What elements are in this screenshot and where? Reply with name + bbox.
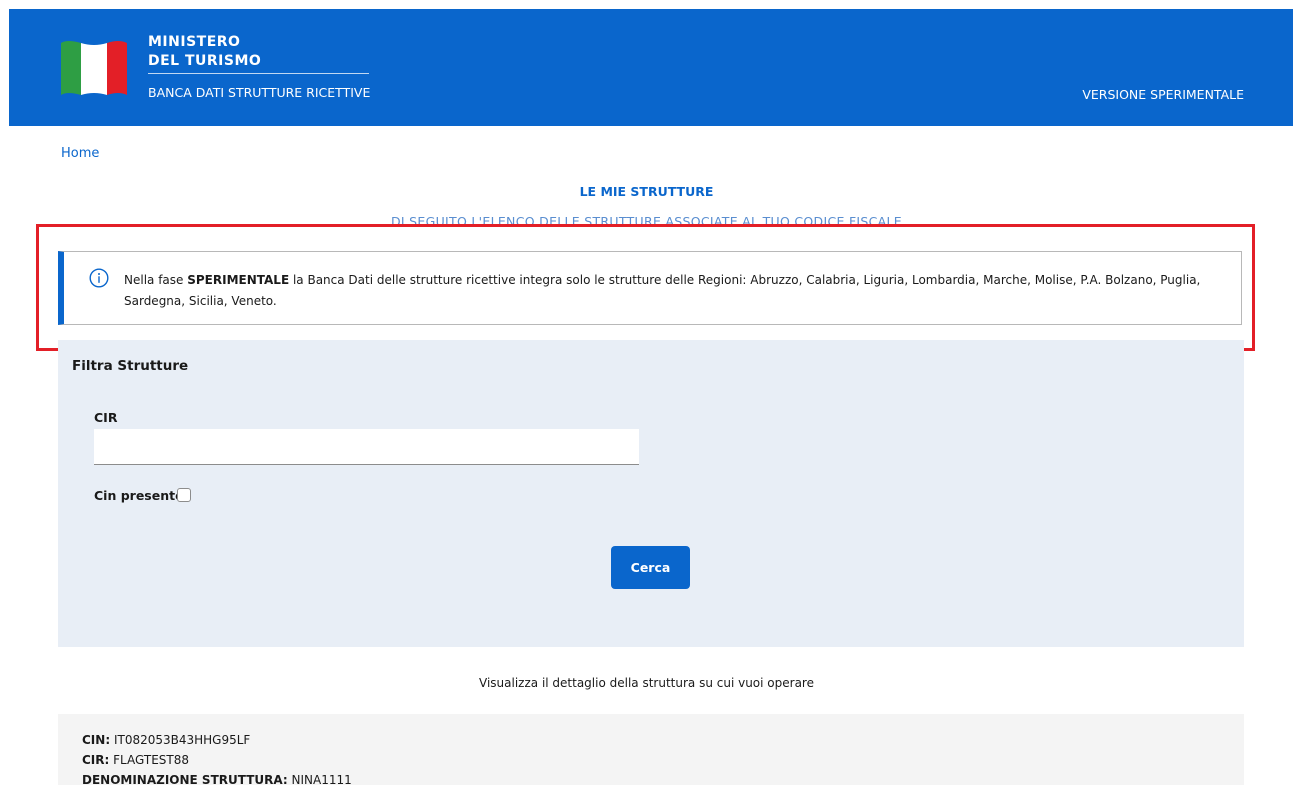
page-title: LE MIE STRUTTURE (579, 184, 714, 199)
cin-present-checkbox[interactable] (177, 488, 191, 502)
structure-cir: CIR: FLAGTEST88 (82, 753, 190, 767)
page-subtitle: DI SEGUITO L'ELENCO DELLE STRUTTURE ASSO… (391, 214, 902, 229)
cir-input[interactable] (94, 429, 639, 465)
brand-subtitle: BANCA DATI STRUTTURE RICETTIVE (148, 85, 371, 100)
search-button[interactable]: Cerca (611, 546, 690, 589)
structure-cin: CIN: IT082053B43HHG95LF (82, 733, 251, 747)
version-label: VERSIONE SPERIMENTALE (1082, 87, 1244, 102)
structure-card[interactable]: CIN: IT082053B43HHG95LF CIR: FLAGTEST88 … (58, 714, 1244, 785)
breadcrumb-home-link[interactable]: Home (61, 146, 99, 161)
info-alert: Nella fase SPERIMENTALE la Banca Dati de… (58, 251, 1242, 325)
structure-name: DENOMINAZIONE STRUTTURA: NINA1111 (82, 773, 352, 785)
cin-present-label: Cin presente (94, 488, 184, 503)
italian-flag-logo-icon (61, 41, 127, 95)
brand-title-line1: MINISTERO (148, 34, 241, 50)
filter-title: Filtra Strutture (72, 358, 189, 374)
info-alert-text: Nella fase SPERIMENTALE la Banca Dati de… (124, 273, 1201, 308)
filter-panel: Filtra Strutture CIR Cin presente Cerca (58, 340, 1244, 647)
site-header: MINISTERO DEL TURISMO BANCA DATI STRUTTU… (9, 9, 1293, 126)
brand-divider (148, 73, 369, 74)
detail-caption: Visualizza il dettaglio della struttura … (479, 676, 814, 690)
brand-title-line2: DEL TURISMO (148, 53, 262, 69)
info-circle-icon (89, 268, 109, 288)
cir-label: CIR (94, 410, 118, 425)
info-alert-emphasis: SPERIMENTALE (187, 273, 290, 287)
